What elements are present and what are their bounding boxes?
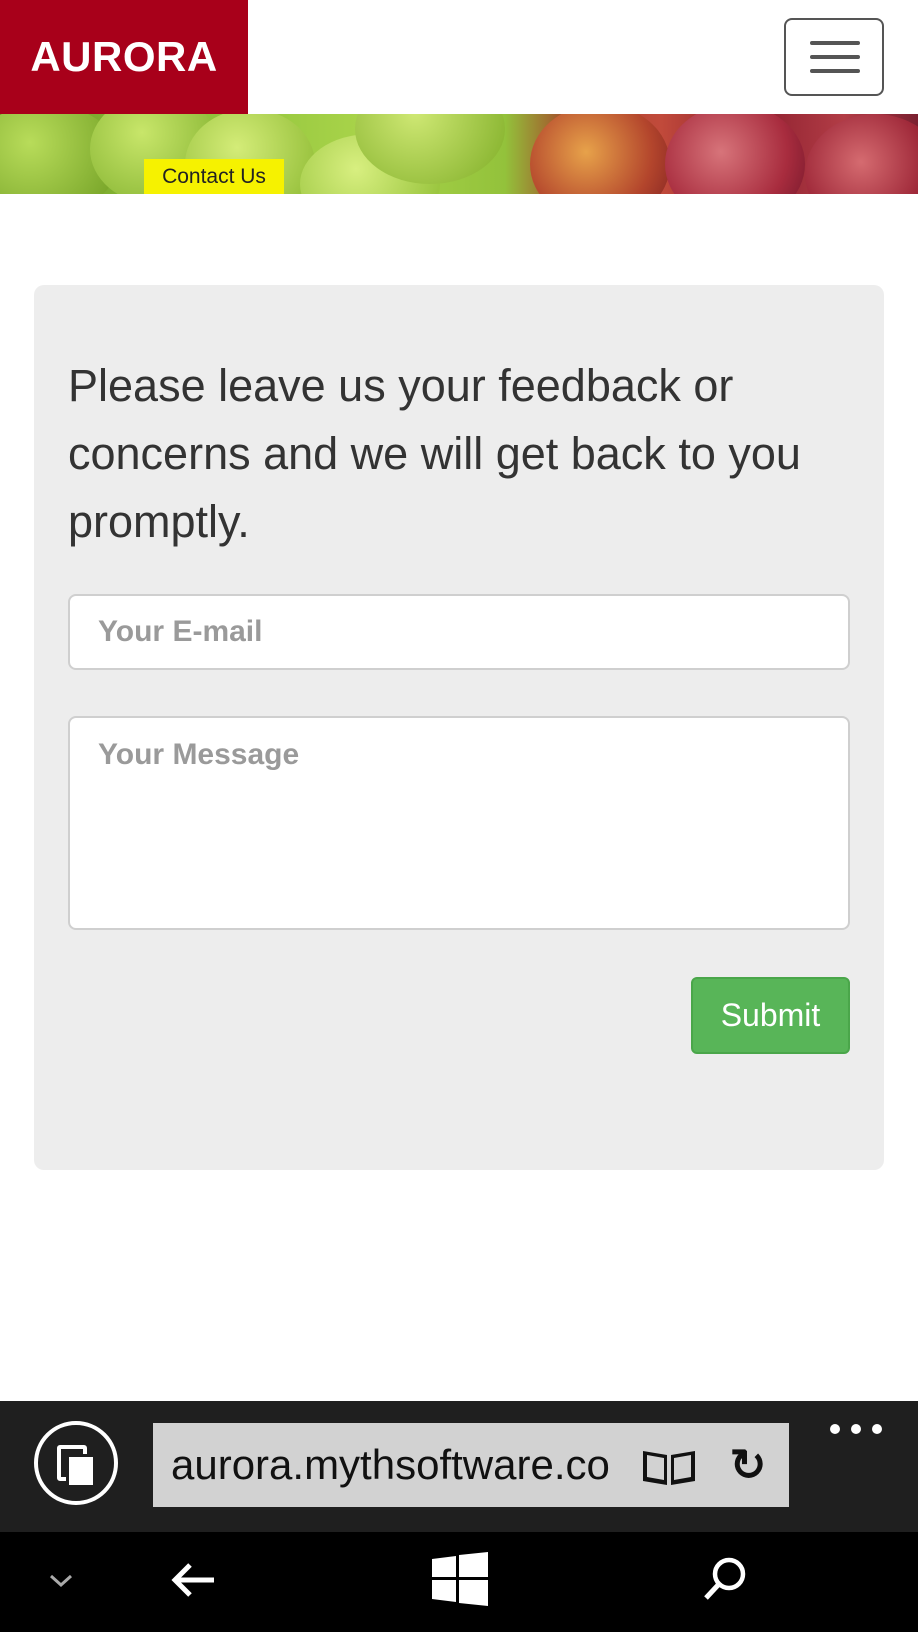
banner-plum [665, 114, 805, 194]
more-dot [851, 1424, 861, 1434]
more-dot [830, 1424, 840, 1434]
menu-button[interactable] [784, 18, 884, 96]
refresh-icon[interactable]: ↻ [723, 1441, 773, 1491]
address-field[interactable]: aurora.mythsoftware.com ↻ [153, 1423, 789, 1507]
page: AURORA Contact Us Please leave us your f… [0, 0, 918, 1632]
chevron-down-icon[interactable] [48, 1572, 74, 1590]
back-arrow-icon[interactable] [170, 1560, 216, 1600]
more-icon[interactable] [826, 1417, 886, 1441]
tabs-button[interactable] [34, 1421, 118, 1505]
more-dot [872, 1424, 882, 1434]
search-icon[interactable] [702, 1556, 748, 1602]
hamburger-menu-icon [810, 41, 860, 45]
hamburger-menu-icon [810, 55, 860, 59]
tabs-icon [66, 1454, 96, 1488]
system-navigation-bar [0, 1532, 918, 1632]
url-text[interactable]: aurora.mythsoftware.com [171, 1423, 611, 1507]
message-field[interactable] [68, 716, 850, 930]
reading-view-icon[interactable] [640, 1447, 698, 1487]
browser-address-bar: aurora.mythsoftware.com ↻ [0, 1401, 918, 1532]
banner-plum [530, 114, 670, 194]
form-intro-text: Please leave us your feedback or concern… [68, 360, 801, 547]
windows-start-icon[interactable] [432, 1552, 488, 1606]
contact-us-label: Contact Us [144, 159, 284, 194]
brand-logo[interactable]: AURORA [0, 0, 248, 114]
fruit-banner-image: Contact Us [0, 114, 918, 194]
submit-button[interactable]: Submit [691, 977, 850, 1054]
email-field[interactable] [68, 594, 850, 670]
hamburger-menu-icon [810, 69, 860, 73]
banner-plum [805, 114, 918, 194]
